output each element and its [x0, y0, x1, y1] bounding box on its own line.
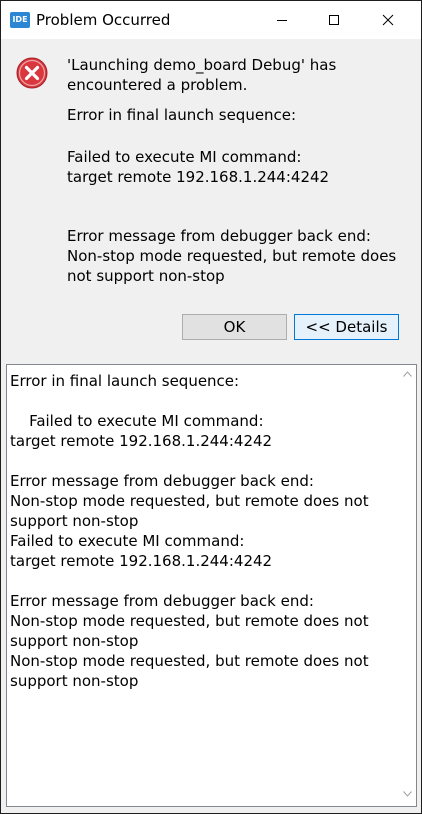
launch-sequence-error: Error in final launch sequence:	[67, 106, 297, 124]
details-text-area[interactable]: Error in final launch sequence: Failed t…	[6, 364, 417, 807]
problem-headline-cont: encountered a problem.	[67, 76, 248, 94]
minimize-button[interactable]	[259, 1, 305, 39]
scroll-down-arrow-icon[interactable]	[403, 791, 412, 797]
debugger-error-line-cont: not support non-stop	[67, 267, 225, 285]
failed-command-label: Failed to execute MI command:	[67, 148, 302, 166]
title-bar[interactable]: IDE Problem Occurred	[1, 1, 421, 39]
details-toggle-button[interactable]: << Details	[294, 314, 399, 340]
ide-app-icon: IDE	[10, 12, 30, 28]
debugger-error-line: Non-stop mode requested, but remote does	[67, 247, 397, 265]
error-icon	[16, 57, 48, 89]
close-icon	[382, 14, 394, 26]
close-button[interactable]	[365, 1, 411, 39]
ok-button[interactable]: OK	[182, 314, 287, 340]
vertical-scrollbar[interactable]	[399, 365, 416, 806]
window-title: Problem Occurred	[36, 11, 171, 29]
details-text: Error in final launch sequence: Failed t…	[10, 372, 369, 690]
scroll-up-arrow-icon[interactable]	[403, 371, 412, 377]
maximize-button[interactable]	[311, 1, 357, 39]
minimize-icon	[277, 20, 287, 21]
debugger-error-label: Error message from debugger back end:	[67, 227, 371, 245]
problem-headline: 'Launching demo_board Debug' has	[67, 56, 337, 74]
maximize-icon	[329, 15, 339, 25]
failed-command-target: target remote 192.168.1.244:4242	[67, 168, 330, 186]
problem-dialog: IDE Problem Occurred 'Launching demo_boa…	[0, 0, 422, 814]
